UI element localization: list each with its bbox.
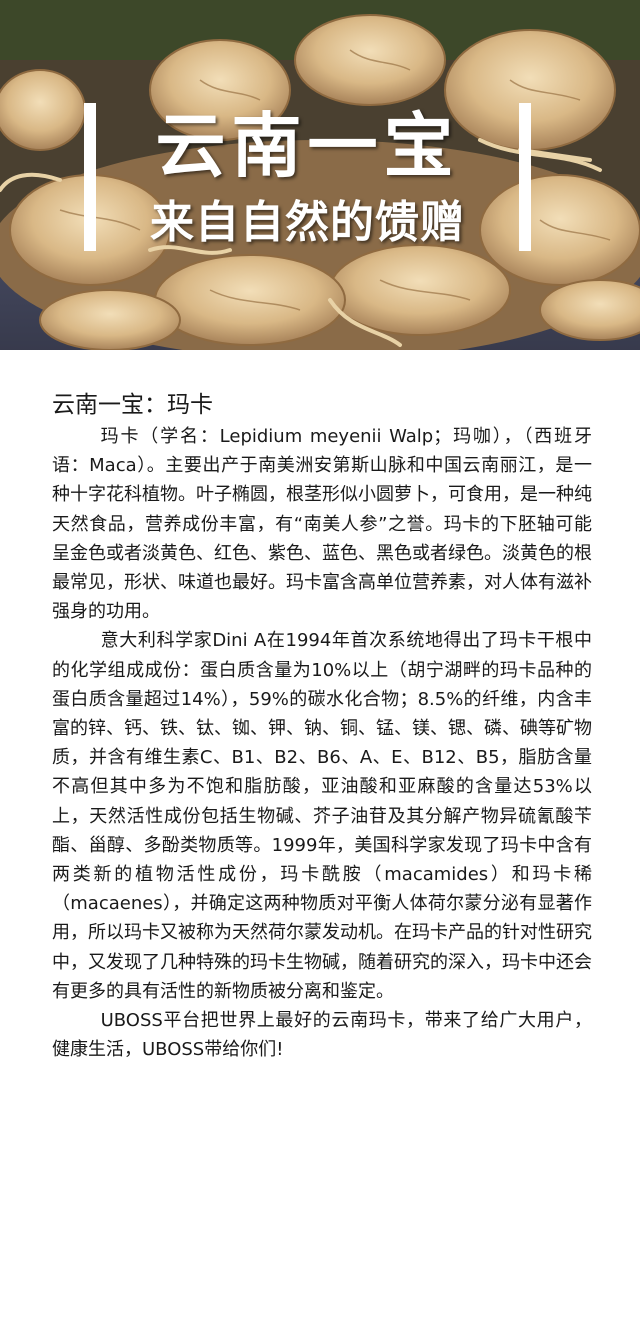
paragraph-intro: 玛卡（学名：Lepidium meyenii Walp；玛咖），（西班牙语：Ma… [52,426,592,623]
article-title: 云南一宝：玛卡 [52,392,213,418]
banner-subheading: 来自自然的馈赠 [150,197,465,248]
title-banner: 云南一宝 来自自然的馈赠 [84,103,531,251]
banner-heading: 云南一宝 [155,105,460,187]
hero-banner: 云南一宝 来自自然的馈赠 [0,0,640,350]
article-body: 云南一宝：玛卡 玛卡（学名：Lepidium meyenii Walp；玛咖），… [52,388,592,1064]
paragraph-composition: 意大利科学家Dini A在1994年首次系统地得出了玛卡干根中的化学组成成份：蛋… [52,630,592,1002]
paragraph-uboss: UBOSS平台把世界上最好的云南玛卡，带来了给广大用户，健康生活，UBOSS带给… [52,1010,592,1061]
